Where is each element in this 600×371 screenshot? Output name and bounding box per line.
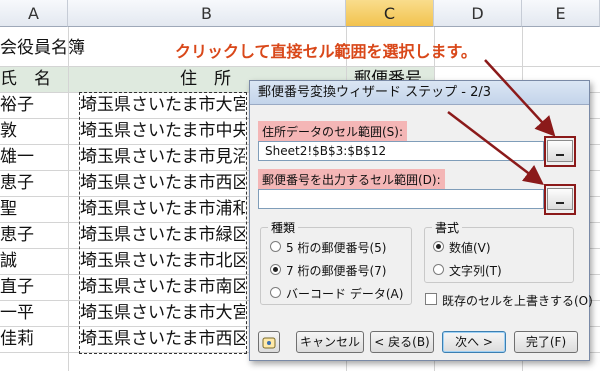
arrow-to-address-button (484, 59, 556, 137)
arrow-to-output-button (447, 111, 544, 186)
annotation-arrows (447, 59, 556, 186)
